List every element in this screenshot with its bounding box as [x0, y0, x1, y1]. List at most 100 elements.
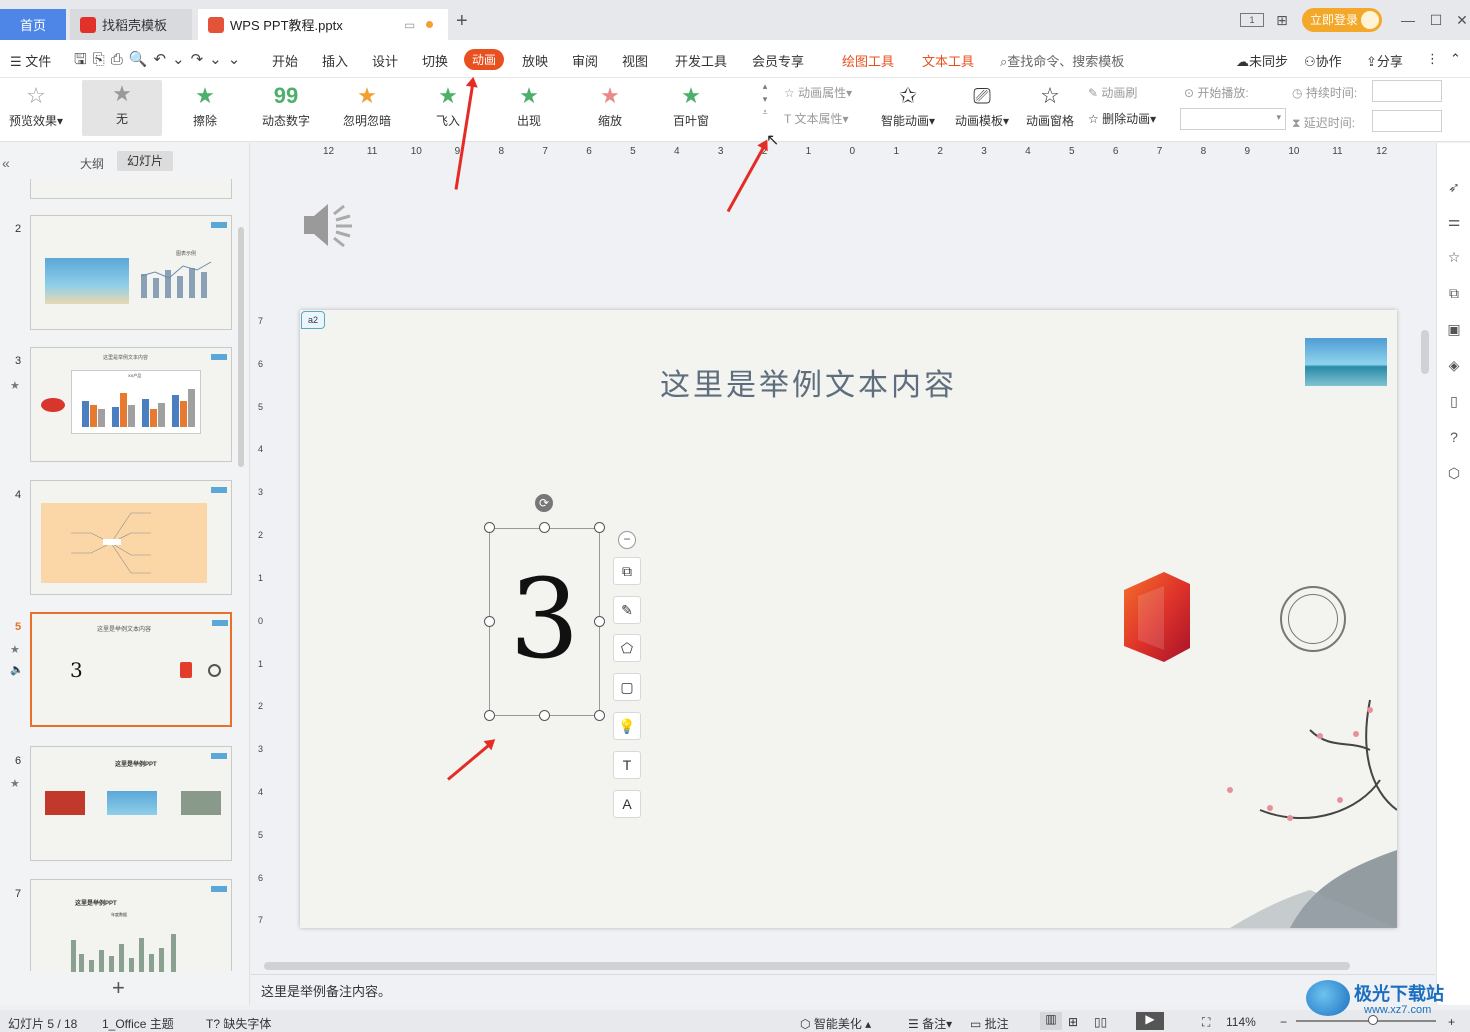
search-box[interactable]: ⌕查找命令、搜索模板 [1000, 51, 1124, 70]
image-edit-icon[interactable]: ▣ [1446, 321, 1462, 337]
menu-animation[interactable]: 动画 [464, 49, 505, 70]
layers-icon[interactable]: ⧉ [613, 557, 641, 585]
smart-animation-button[interactable]: ✩ 智能动画▾ [876, 82, 940, 129]
menu-view[interactable]: 视图 [622, 51, 648, 70]
office-logo-icon[interactable] [1118, 568, 1198, 664]
resize-handle[interactable] [594, 710, 605, 721]
animation-pane-button[interactable]: ☆ 动画窗格 [1022, 82, 1078, 129]
login-button[interactable]: 立即登录 [1302, 8, 1382, 32]
ring-shape[interactable] [1280, 586, 1346, 652]
lightbulb-icon[interactable]: 💡 [613, 712, 641, 740]
zoom-level[interactable]: 114% [1226, 1015, 1256, 1029]
file-menu[interactable]: ☰ 文件 [10, 51, 51, 70]
effect-zoom[interactable]: ★ 缩放 [580, 82, 640, 129]
fill-bucket-icon[interactable]: ⬠ [613, 634, 641, 662]
theme-name[interactable]: 1_Office 主题 [102, 1015, 174, 1032]
text-style-icon[interactable]: A [613, 790, 641, 818]
slide-thumb-6[interactable]: 这里是举例PPT [30, 746, 232, 861]
text-box-icon[interactable]: T [613, 751, 641, 779]
start-play-select[interactable]: ▾ [1180, 108, 1286, 130]
more-icon[interactable]: ⋮ [1426, 51, 1439, 67]
compass-icon[interactable]: ◈ [1446, 357, 1462, 373]
comment-button[interactable]: ▭ 批注 [970, 1015, 1009, 1032]
menu-member[interactable]: 会员专享 [752, 51, 804, 70]
grid-apps-icon[interactable]: ⊞ [1272, 10, 1292, 30]
menu-design[interactable]: 设计 [372, 51, 398, 70]
slide-thumb-7[interactable]: 这里是举例PPT 年度数据 [30, 879, 232, 972]
gallery-scroll[interactable]: ▴ ▾ ⩡ [758, 80, 772, 119]
collapse-panel-icon[interactable]: « [2, 155, 10, 171]
cube-icon[interactable]: ⬡ [1446, 465, 1462, 481]
menu-transition[interactable]: 切换 [422, 51, 448, 70]
slide-thumb-3[interactable]: 这里是举例文本内容 XX产品 [30, 347, 232, 462]
panel-scrollbar[interactable] [238, 227, 244, 467]
preview-effect-button[interactable]: ☆ 预览效果▾ [6, 82, 66, 129]
tab-slides[interactable]: 幻灯片 [117, 151, 173, 171]
tab-outline[interactable]: 大纲 [80, 155, 104, 172]
settings-sliders-icon[interactable]: ⚌ [1446, 213, 1462, 229]
effect-dynamic-number[interactable]: 99 动态数字 [255, 82, 317, 129]
slide-thumb-5[interactable]: 这里是举例文本内容 3 [30, 612, 232, 727]
tab-home[interactable]: 首页 [0, 9, 66, 40]
share-button[interactable]: ⇪分享 [1366, 51, 1403, 70]
menu-text-tools[interactable]: 文本工具 [922, 51, 974, 70]
beautify-button[interactable]: ⬡ 智能美化 ▴ [800, 1015, 871, 1032]
missing-font-button[interactable]: T? 缺失字体 [206, 1015, 271, 1032]
tab-docer[interactable]: 找稻壳模板 [70, 9, 192, 40]
tab-document[interactable]: WPS PPT教程.pptx ▭ [198, 9, 448, 40]
slide-thumb-2[interactable]: 图表示例 [30, 215, 232, 330]
grid-view-icon[interactable]: ⊞ [1068, 1015, 1078, 1029]
fit-window-icon[interactable]: ⛶ [1202, 1015, 1210, 1030]
big-number-text[interactable]: 3 [490, 549, 599, 689]
window-mode-icon[interactable]: 1 [1240, 13, 1264, 27]
sync-status[interactable]: ☁未同步 [1236, 51, 1288, 70]
play-slideshow-button[interactable]: ▶ [1136, 1012, 1164, 1030]
slide-title[interactable]: 这里是举例文本内容 [300, 360, 1317, 404]
menu-insert[interactable]: 插入 [322, 51, 348, 70]
notes-pane[interactable]: 这里是举例备注内容。 [251, 974, 1435, 1004]
beach-photo[interactable] [1305, 338, 1387, 386]
outline-icon[interactable]: ▢ [613, 673, 641, 701]
transition-icon[interactable]: ⧉ [1446, 285, 1462, 301]
scroll-down-icon[interactable]: ▾ [758, 93, 772, 106]
resize-handle[interactable] [594, 522, 605, 533]
menu-start[interactable]: 开始 [272, 51, 298, 70]
quick-access-icons[interactable]: 🖫⎘⎙🔍↶⌄↷⌄⌄ [74, 49, 246, 74]
resize-handle[interactable] [484, 710, 495, 721]
menu-review[interactable]: 审阅 [572, 51, 598, 70]
resize-handle[interactable] [594, 616, 605, 627]
delay-input[interactable] [1372, 110, 1442, 132]
scroll-up-icon[interactable]: ▴ [758, 80, 772, 93]
add-slide-button[interactable]: + [112, 975, 125, 1001]
help-icon[interactable]: ? [1446, 429, 1462, 445]
menu-slideshow[interactable]: 放映 [522, 51, 548, 70]
gallery-expand-icon[interactable]: ⩡ [758, 106, 772, 119]
rocket-icon[interactable]: ➶ [1446, 179, 1462, 195]
comment-tag[interactable]: a2 [301, 311, 325, 329]
zoom-slider[interactable] [1296, 1015, 1436, 1025]
collaborate-button[interactable]: ⚇协作 [1304, 51, 1342, 70]
notes-toggle-button[interactable]: ☰ 备注▾ [908, 1015, 952, 1032]
effect-wipe[interactable]: ★ 擦除 [175, 82, 235, 129]
resize-handle[interactable] [539, 710, 550, 721]
resize-handle[interactable] [539, 522, 550, 533]
star-outline-icon[interactable]: ☆ [1446, 249, 1462, 265]
collapse-ribbon-icon[interactable]: ⌃ [1450, 51, 1461, 67]
screen-icon[interactable]: ▭ [404, 18, 415, 32]
delete-animation-button[interactable]: ☆ 删除动画▾ [1088, 110, 1156, 127]
normal-view-icon[interactable]: ▥ [1040, 1012, 1062, 1030]
minimize-button[interactable]: — [1398, 10, 1418, 30]
horizontal-scrollbar[interactable] [264, 962, 1350, 970]
text-properties[interactable]: T 文本属性▾ [784, 110, 849, 127]
effect-flicker[interactable]: ★ 忽明忽暗 [337, 82, 397, 129]
slide[interactable]: a2 这里是举例文本内容 [300, 310, 1397, 928]
animation-properties[interactable]: ☆ 动画属性▾ [784, 84, 852, 101]
book-icon[interactable]: ▯ [1446, 393, 1462, 409]
selected-textbox[interactable]: 3 [489, 528, 600, 716]
effect-none[interactable]: ★ 无 [82, 80, 162, 136]
collapse-toolbar-icon[interactable]: − [618, 531, 636, 549]
vertical-scrollbar[interactable] [1421, 330, 1429, 374]
resize-handle[interactable] [484, 522, 495, 533]
new-tab-button[interactable]: + [456, 10, 468, 33]
animation-brush-button[interactable]: ✎ 动画刷 [1088, 84, 1137, 101]
